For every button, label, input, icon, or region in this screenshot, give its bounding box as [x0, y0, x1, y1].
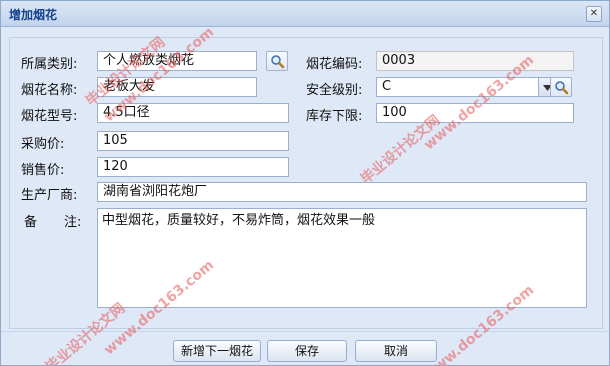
category-search-button[interactable]: [266, 51, 288, 71]
purchase-price-field[interactable]: 105: [97, 131, 289, 151]
manufacturer-field[interactable]: 湖南省浏阳花炮厂: [97, 182, 587, 202]
purchase-price-label: 采购价:: [21, 137, 65, 152]
stock-min-field[interactable]: 100: [376, 103, 574, 123]
remarks-textarea[interactable]: 中型烟花，质量较好，不易炸筒，烟花效果一般: [97, 208, 587, 308]
remarks-label-left: 备: [24, 215, 38, 230]
code-field: 0003: [376, 51, 574, 71]
model-label: 烟花型号:: [21, 109, 78, 124]
safety-level-search-button[interactable]: [550, 77, 572, 97]
cancel-button[interactable]: 取消: [355, 340, 437, 362]
name-field[interactable]: 老板大发: [97, 77, 257, 97]
form-body: 所属类别: 个人燃放类烟花 烟花编码: 0003 烟花名称: 老板大发 安全级别…: [1, 27, 609, 331]
title-bar[interactable]: 增加烟花 ✕: [1, 1, 609, 27]
button-bar: 新增下一烟花 保存 取消: [1, 331, 609, 365]
sale-price-field[interactable]: 120: [97, 157, 289, 177]
form-panel: 所属类别: 个人燃放类烟花 烟花编码: 0003 烟花名称: 老板大发 安全级别…: [9, 37, 603, 329]
code-label: 烟花编码:: [306, 57, 363, 72]
category-field[interactable]: 个人燃放类烟花: [97, 51, 257, 71]
safety-level-select[interactable]: C: [376, 77, 539, 97]
name-label: 烟花名称:: [21, 83, 78, 98]
dialog-title: 增加烟花: [9, 8, 58, 22]
add-next-button[interactable]: 新增下一烟花: [173, 340, 261, 362]
model-field[interactable]: 4.5口径: [97, 103, 289, 123]
stock-min-label: 库存下限:: [306, 109, 363, 124]
category-label: 所属类别:: [21, 57, 78, 72]
safety-level-label: 安全级别:: [306, 83, 363, 98]
save-button[interactable]: 保存: [267, 340, 347, 362]
manufacturer-label: 生产厂商:: [21, 188, 78, 203]
search-icon: [271, 55, 285, 69]
remarks-label-right: 注:: [64, 215, 82, 230]
search-icon: [555, 81, 569, 95]
dialog-window: 增加烟花 ✕ 所属类别: 个人燃放类烟花 烟花编码: 0003 烟花名称: 老板…: [0, 0, 610, 366]
close-icon[interactable]: ✕: [586, 6, 602, 22]
sale-price-label: 销售价:: [21, 163, 65, 178]
